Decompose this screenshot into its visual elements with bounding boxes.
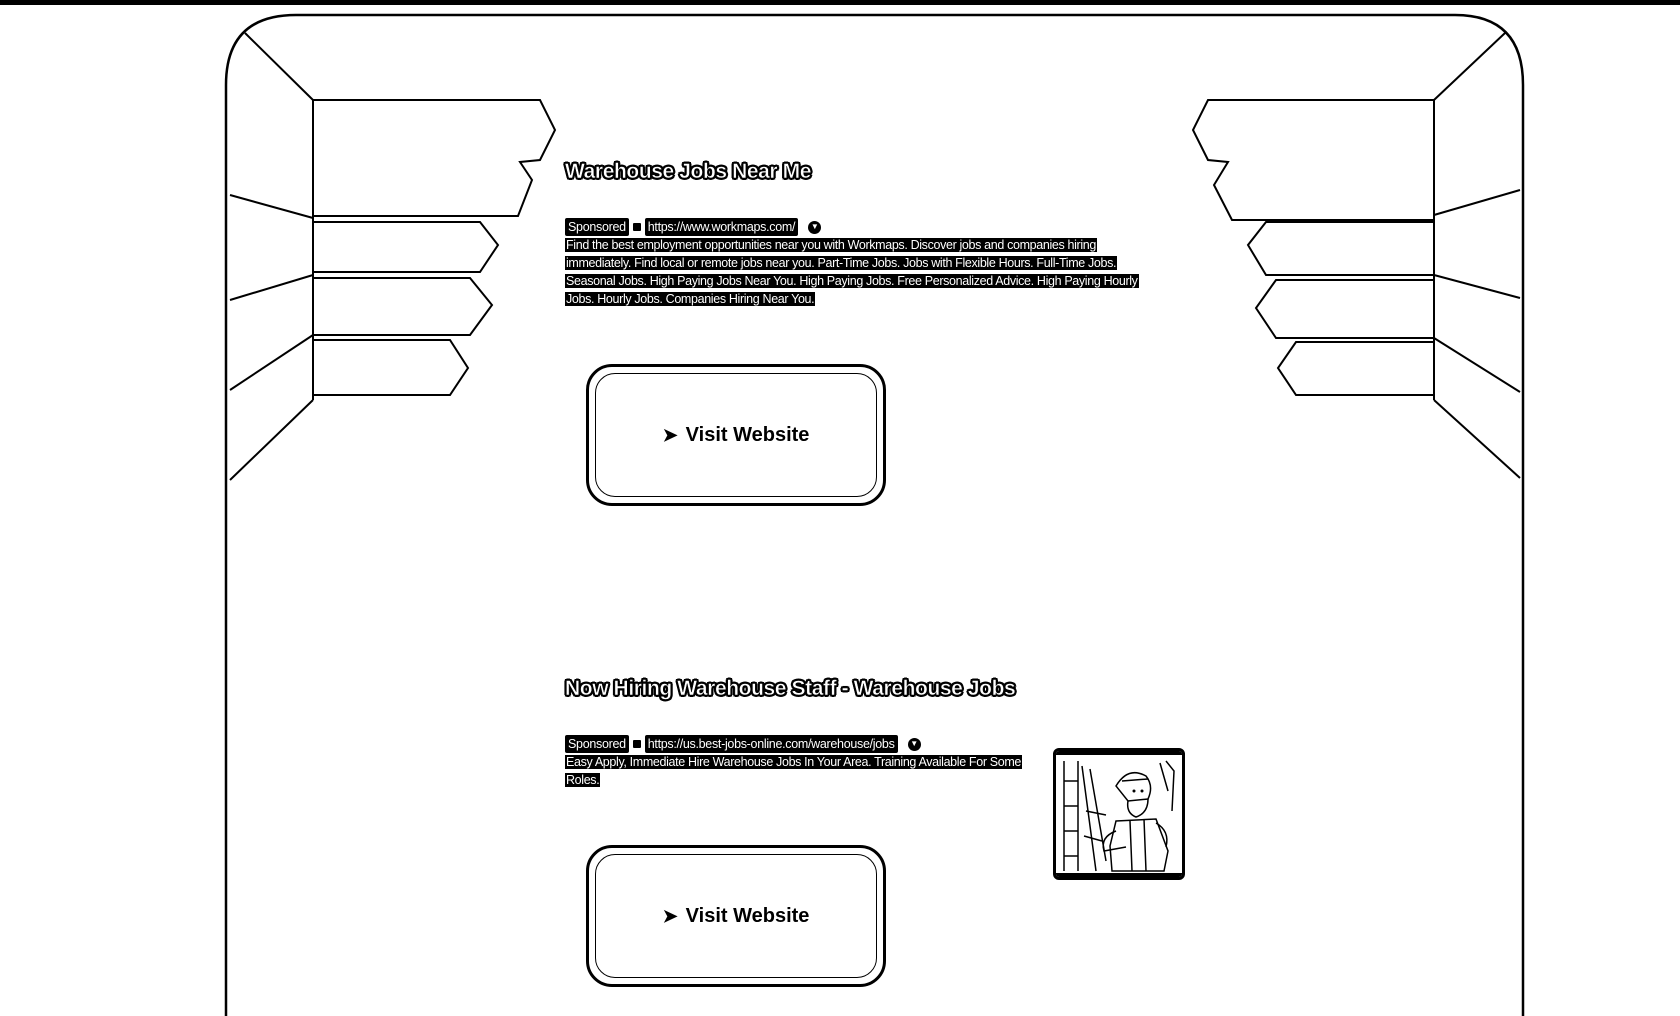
chevron-down-icon[interactable]: ▼ bbox=[907, 737, 921, 751]
visit-website-button[interactable]: ➤ Visit Website bbox=[586, 364, 886, 506]
ad-description: Find the best employment opportunities n… bbox=[565, 236, 1145, 308]
ad-title[interactable]: Now Hiring Warehouse Staff - Warehouse J… bbox=[565, 677, 1025, 701]
sponsored-ad-1: Warehouse Jobs Near Me Sponsored https:/… bbox=[565, 160, 1145, 308]
sponsored-ad-2: Now Hiring Warehouse Staff - Warehouse J… bbox=[565, 677, 1025, 789]
separator bbox=[632, 740, 641, 748]
visit-website-button[interactable]: ➤ Visit Website bbox=[586, 845, 886, 987]
ad-description-text: Easy Apply, Immediate Hire Warehouse Job… bbox=[565, 755, 1023, 787]
button-label: Visit Website bbox=[685, 423, 810, 446]
chevron-down-icon[interactable]: ▼ bbox=[808, 220, 822, 234]
ad-meta: Sponsored https://www.workmaps.com/ ▼ bbox=[565, 218, 1145, 236]
ad-url[interactable]: https://us.best-jobs-online.com/warehous… bbox=[644, 735, 898, 753]
ad-thumbnail-image[interactable] bbox=[1053, 748, 1185, 880]
sponsored-label: Sponsored bbox=[565, 735, 629, 753]
ad-title[interactable]: Warehouse Jobs Near Me bbox=[565, 160, 1145, 184]
ad-url[interactable]: https://www.workmaps.com/ bbox=[644, 218, 799, 236]
ad-description-text: Find the best employment opportunities n… bbox=[565, 238, 1139, 306]
warehouse-worker-image bbox=[1056, 751, 1182, 877]
arrow-right-icon: ➤ bbox=[662, 424, 678, 445]
arrow-right-icon: ➤ bbox=[662, 905, 678, 926]
separator bbox=[632, 223, 641, 231]
ad-meta: Sponsored https://us.best-jobs-online.co… bbox=[565, 735, 1025, 753]
button-label: Visit Website bbox=[685, 904, 810, 927]
sponsored-label: Sponsored bbox=[565, 218, 629, 236]
ad-description: Easy Apply, Immediate Hire Warehouse Job… bbox=[565, 753, 1025, 789]
